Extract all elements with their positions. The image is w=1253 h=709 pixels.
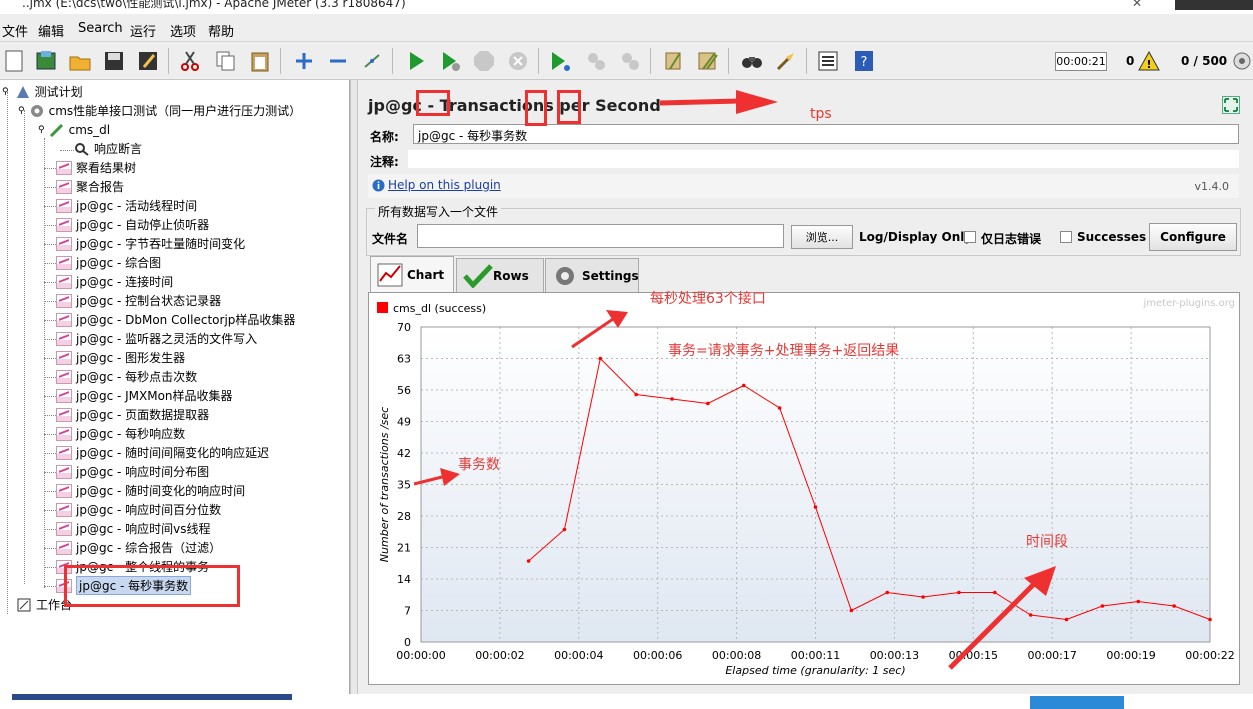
annotation-transactions: 事务数 xyxy=(458,457,500,473)
annotation-definition: 事务=请求事务+处理事务+返回结果 xyxy=(668,343,900,359)
annotation-per-sec: 每秒处理63个接口 xyxy=(650,291,766,307)
annotation-tps: tps xyxy=(810,106,832,122)
annotation-arrows xyxy=(413,90,1056,670)
taskbar-strip xyxy=(0,694,1253,709)
annotation-period: 时间段 xyxy=(1026,534,1068,550)
